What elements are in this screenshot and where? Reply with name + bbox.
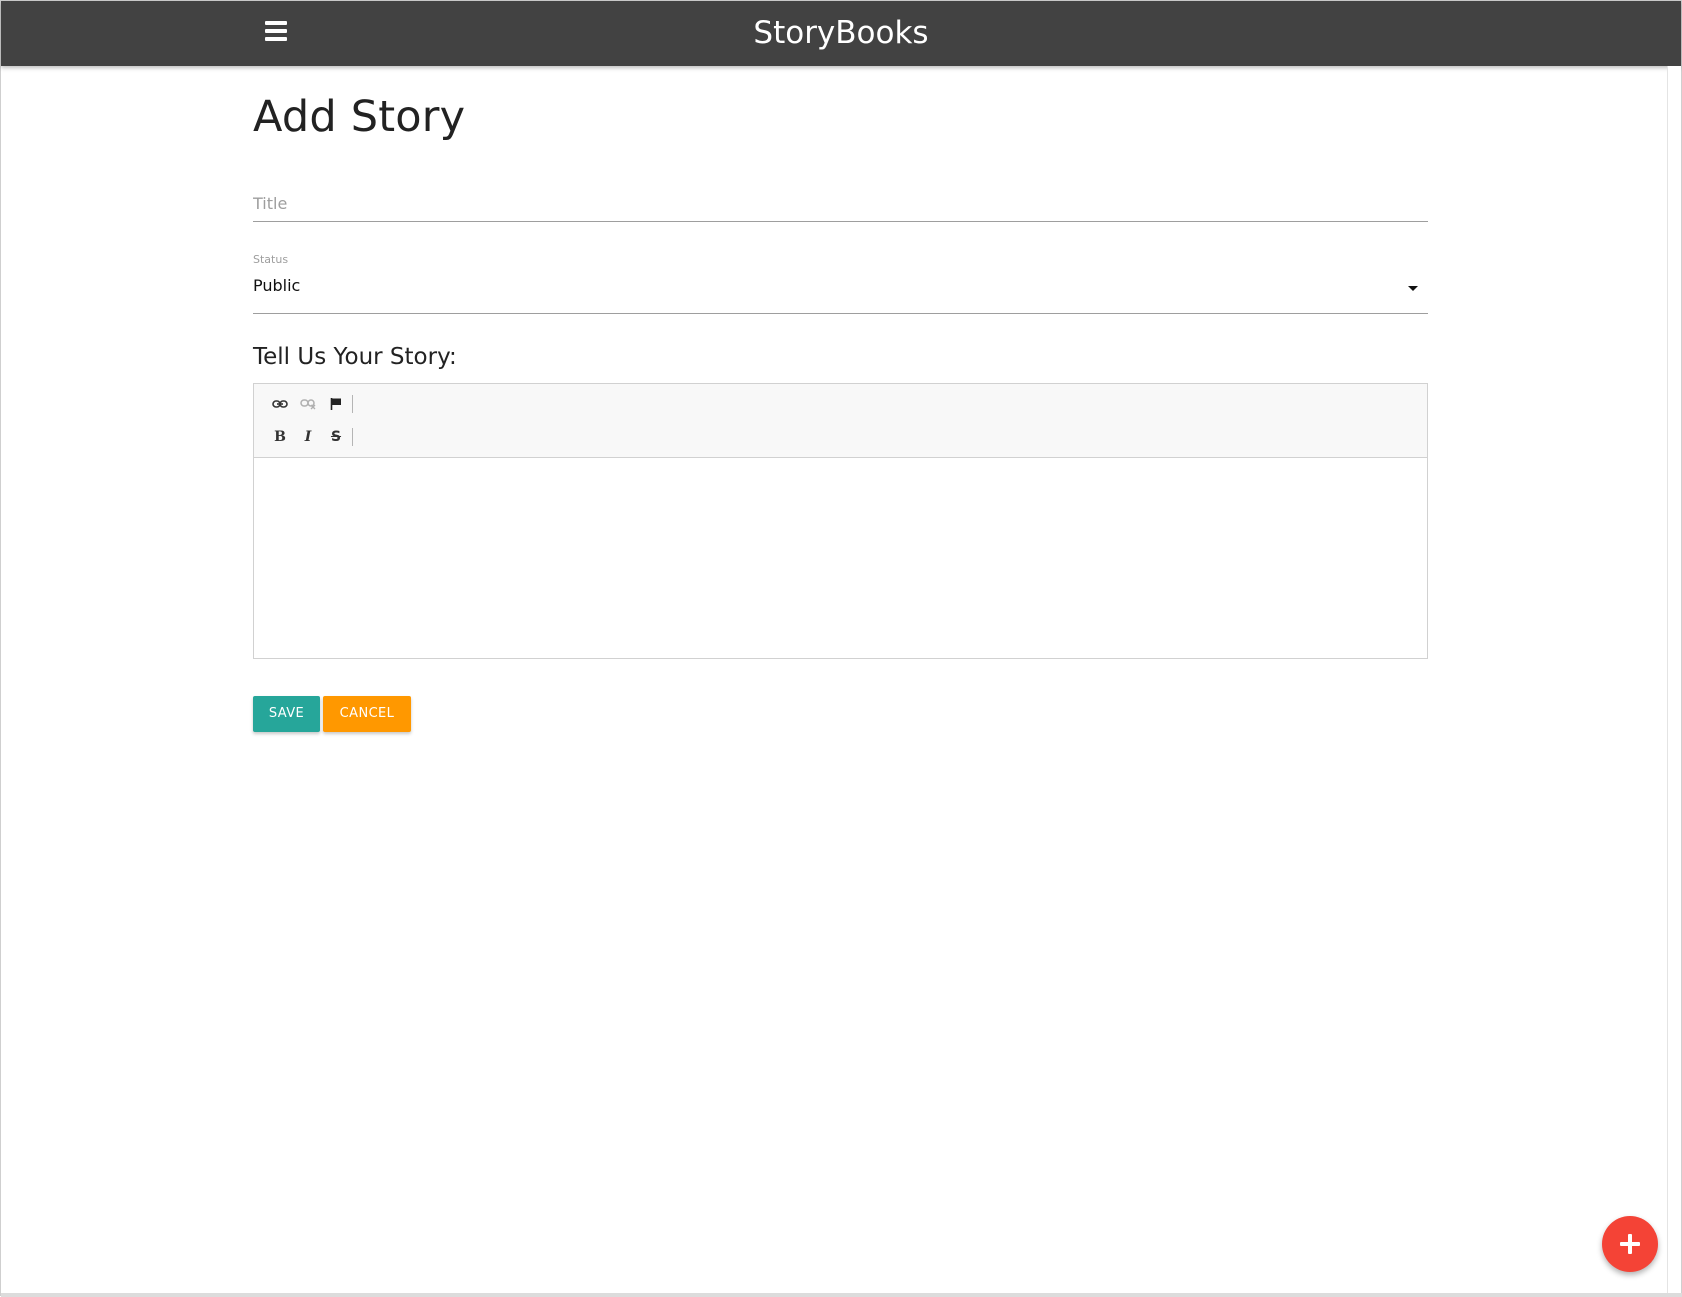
status-selected-value: Public — [253, 276, 301, 295]
toolbar-row-links — [266, 392, 353, 416]
brand-container: StoryBooks — [1, 1, 1681, 66]
horizontal-scrollbar — [1, 1293, 1682, 1297]
plus-icon-vertical — [1628, 1234, 1632, 1254]
toolbar-separator — [352, 395, 353, 413]
title-field — [253, 184, 1428, 222]
brand-logo-link[interactable]: StoryBooks — [753, 15, 928, 51]
bold-button[interactable]: B — [266, 425, 294, 449]
flag-icon[interactable] — [322, 392, 350, 416]
toolbar-row-format: B I S — [266, 425, 353, 449]
unlink-icon[interactable] — [294, 392, 322, 416]
toolbar-separator — [352, 428, 353, 446]
italic-button[interactable]: I — [294, 425, 322, 449]
strikethrough-icon: S — [330, 429, 342, 445]
add-story-fab[interactable] — [1602, 1216, 1658, 1272]
status-select[interactable]: Public — [253, 270, 1428, 314]
link-icon[interactable] — [266, 392, 294, 416]
editor-toolbar: B I S — [254, 384, 1427, 458]
app-viewport: StoryBooks Add Story Status Public Tell … — [0, 0, 1682, 1297]
strikethrough-button[interactable]: S — [322, 425, 350, 449]
editor-content-area[interactable] — [254, 459, 1427, 658]
story-heading: Tell Us Your Story: — [253, 344, 457, 370]
hamburger-menu-icon[interactable] — [263, 19, 289, 47]
title-input[interactable] — [253, 184, 1428, 222]
chevron-down-icon — [1408, 286, 1418, 291]
status-label: Status — [253, 253, 289, 266]
navbar: StoryBooks — [1, 1, 1681, 66]
save-button[interactable]: Save — [253, 696, 320, 732]
cancel-button[interactable]: Cancel — [323, 696, 411, 732]
rich-text-editor: B I S — [253, 383, 1428, 659]
page-title: Add Story — [253, 92, 466, 142]
scrollbar[interactable] — [1667, 66, 1681, 1295]
bold-icon: B — [274, 429, 286, 445]
italic-icon: I — [304, 429, 312, 445]
